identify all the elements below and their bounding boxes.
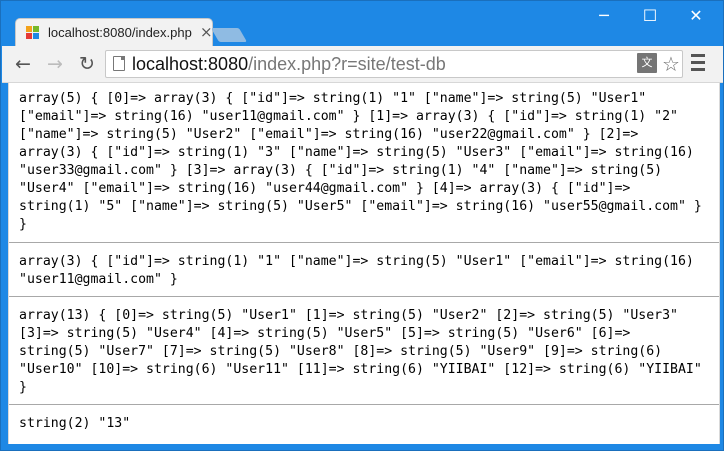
browser-window: localhost:8080/index.php × ─ ☐ ✕ ← → ↻ l… — [0, 0, 724, 451]
menu-icon[interactable] — [691, 54, 705, 72]
close-window-button[interactable]: ✕ — [673, 5, 719, 29]
horizontal-rule — [9, 242, 719, 243]
address-bar[interactable]: localhost:8080/index.php?r=site/test-db — [105, 50, 683, 78]
minimize-button[interactable]: ─ — [581, 5, 627, 29]
reload-icon[interactable]: ↻ — [76, 53, 98, 75]
browser-tab[interactable]: localhost:8080/index.php × — [15, 18, 213, 47]
browser-toolbar: ← → ↻ localhost:8080/index.php?r=site/te… — [2, 46, 723, 83]
translate-icon[interactable]: 文 — [637, 53, 657, 73]
page-content: array(5) { [0]=> array(3) { ["id"]=> str… — [8, 83, 720, 444]
horizontal-rule — [9, 296, 719, 297]
back-icon[interactable]: ← — [12, 53, 34, 75]
site-favicon-icon — [26, 26, 40, 40]
maximize-button[interactable]: ☐ — [627, 5, 673, 29]
page-info-icon[interactable] — [113, 56, 125, 71]
var-dump-names: array(13) { [0]=> string(5) "User1" [1]=… — [19, 308, 702, 395]
var-dump-count: string(2) "13" — [19, 416, 131, 431]
title-bar: localhost:8080/index.php × ─ ☐ ✕ — [1, 1, 724, 47]
tab-close-icon[interactable]: × — [200, 23, 213, 41]
new-tab-button[interactable] — [210, 28, 248, 42]
var-dump-users: array(5) { [0]=> array(3) { ["id"]=> str… — [19, 91, 702, 232]
url-host: localhost:8080 — [132, 54, 249, 74]
var-dump-single-user: array(3) { ["id"]=> string(1) "1" ["name… — [19, 254, 694, 287]
horizontal-rule — [9, 404, 719, 405]
forward-icon[interactable]: → — [44, 53, 66, 75]
url-text[interactable]: localhost:8080/index.php?r=site/test-db — [132, 54, 446, 75]
tab-title: localhost:8080/index.php — [48, 25, 192, 40]
url-path: /index.php?r=site/test-db — [248, 54, 446, 74]
star-icon[interactable]: ☆ — [660, 53, 682, 75]
